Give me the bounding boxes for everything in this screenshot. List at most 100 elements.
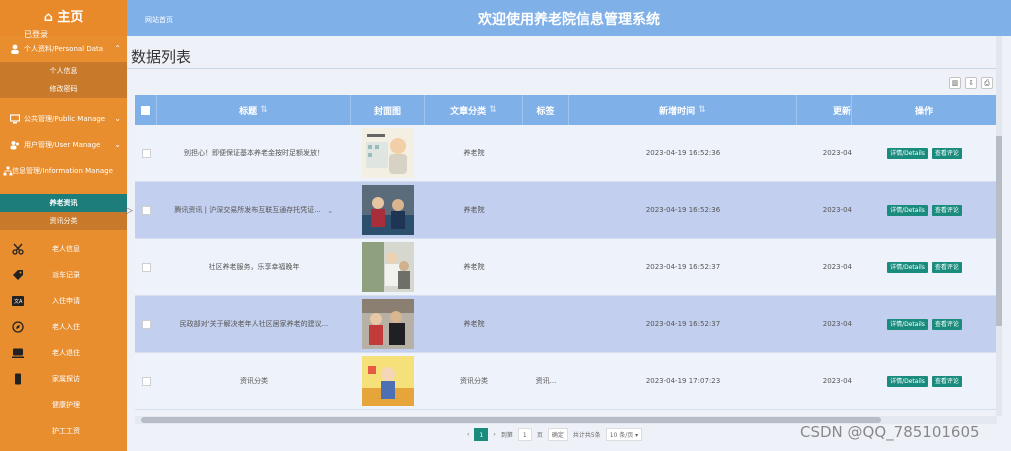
- cell-category: 养老院: [463, 149, 485, 157]
- export-icon[interactable]: ⇩: [965, 77, 977, 89]
- menu-public-manage-label: 公共管理/Public Manage: [24, 115, 106, 123]
- cell-cover: [351, 125, 425, 181]
- sub-news-category[interactable]: 资讯分类: [0, 212, 127, 230]
- cell-title: 别担心！即便保证基本养老金按时足额发放！: [157, 125, 351, 181]
- cover-image: [362, 242, 414, 292]
- cell-time: 2023-04-19 16:52:36: [645, 149, 721, 157]
- row-checkbox[interactable]: [141, 205, 151, 215]
- cell-category: 养老院: [463, 320, 485, 328]
- menu-health-care-label: 健康护理: [52, 401, 80, 409]
- view-comments-button[interactable]: 查看评论: [931, 147, 962, 159]
- menu-elder-checkout[interactable]: 老人退住: [0, 340, 127, 366]
- table-toolbar: ▥ ⇩ ⎙: [949, 77, 993, 89]
- sub-personal-info[interactable]: 个人信息: [0, 62, 127, 80]
- page-number[interactable]: 1: [474, 428, 489, 441]
- scrollbar-thumb[interactable]: [996, 136, 1002, 326]
- details-button[interactable]: 详情/Details: [887, 147, 928, 159]
- chevron-down-icon[interactable]: ⌄: [327, 206, 334, 215]
- prev-page-icon[interactable]: ‹: [467, 431, 469, 438]
- home-link[interactable]: ⌂ 主页: [0, 0, 127, 36]
- col-time-label: 新增时间: [659, 106, 696, 117]
- page-input[interactable]: 1: [517, 428, 532, 441]
- page-size-select[interactable]: 10 条/页 ▾: [605, 428, 643, 441]
- menu-elder-checkout-label: 老人退住: [52, 349, 80, 357]
- cell-tag: [523, 296, 569, 352]
- cover-image: [362, 185, 414, 235]
- mobile-icon: [15, 373, 21, 385]
- confirm-button[interactable]: 确定: [547, 428, 568, 441]
- cell-tag: [523, 125, 569, 181]
- user-icon: [11, 44, 19, 54]
- menu-dispatch-record[interactable]: 派车记录: [0, 262, 127, 288]
- details-button[interactable]: 详情/Details: [887, 261, 928, 273]
- select-all-checkbox[interactable]: [141, 105, 150, 115]
- row-checkbox[interactable]: [141, 148, 151, 158]
- goto-label: 到第: [500, 432, 513, 439]
- menu-family-visit-label: 家属探访: [52, 375, 80, 383]
- col-updated: 更新: [797, 95, 852, 125]
- col-title[interactable]: 标题 ⇅: [157, 95, 351, 125]
- sub-elderly-news[interactable]: 养老资讯: [0, 194, 127, 212]
- menu-elder-checkin[interactable]: 老人入住: [0, 314, 127, 340]
- menu-checkin-apply[interactable]: 文A 入住申请: [0, 288, 127, 314]
- menu-nurse-salary[interactable]: 护工工资: [0, 418, 127, 444]
- cell-operations: 详情/Details 查看评论: [852, 296, 997, 352]
- menu-health-care[interactable]: 健康护理: [0, 392, 127, 418]
- col-category[interactable]: 文章分类 ⇅: [425, 95, 523, 125]
- table-row: 资讯分类 资讯分类 资讯... 2023-04-19 17:07:23 2023…: [135, 353, 997, 410]
- menu-dispatch-record-label: 派车记录: [52, 271, 80, 279]
- sub-change-password[interactable]: 修改密码: [0, 80, 127, 98]
- users-icon: [10, 141, 19, 150]
- chevron-down-icon: ⌄: [114, 140, 121, 149]
- scrollbar-thumb[interactable]: [141, 417, 881, 423]
- compass-icon: [12, 321, 24, 333]
- menu-public-manage[interactable]: 公共管理/Public Manage ⌄: [0, 106, 127, 132]
- details-button[interactable]: 详情/Details: [887, 375, 928, 387]
- row-checkbox[interactable]: [141, 319, 151, 329]
- menu-user-manage[interactable]: 用户管理/User Manage ⌄: [0, 132, 127, 158]
- cell-operations: 详情/Details 查看评论: [852, 239, 997, 295]
- vertical-scrollbar[interactable]: [996, 36, 1002, 416]
- menu-checkin-apply-label: 入住申请: [52, 297, 80, 305]
- row-checkbox[interactable]: [141, 262, 151, 272]
- pagination: ‹ 1 › 到第 1 页 确定 共计共5条 10 条/页 ▾: [467, 428, 643, 441]
- print-icon[interactable]: ⎙: [981, 77, 993, 89]
- cursor-icon: ▷: [126, 206, 133, 216]
- view-comments-button[interactable]: 查看评论: [931, 261, 962, 273]
- system-title: 欢迎使用养老院信息管理系统: [478, 12, 660, 28]
- menu-personal-data[interactable]: 个人资料/Personal Data ⌃: [0, 36, 127, 62]
- cell-tag: [523, 239, 569, 295]
- cell-title-text: 别担心！即便保证基本养老金按时足额发放！: [184, 149, 324, 157]
- details-button[interactable]: 详情/Details: [887, 204, 928, 216]
- divider: [127, 68, 1001, 69]
- menu-family-visit[interactable]: 家属探访: [0, 366, 127, 392]
- view-comments-button[interactable]: 查看评论: [931, 318, 962, 330]
- cell-category: 养老院: [463, 263, 485, 271]
- cell-updated: 2023-04: [822, 206, 852, 214]
- menu-elder-info[interactable]: 老人信息: [0, 236, 127, 262]
- cover-image: [362, 356, 414, 406]
- cell-title: 腾讯资讯 | 沪深交易所发布互联互通存托凭证... ⌄: [157, 182, 351, 238]
- sidebar: ⌂ 主页 已登录 个人资料/Personal Data ⌃ 个人信息 修改密码 …: [0, 0, 127, 451]
- col-category-label: 文章分类: [450, 106, 487, 117]
- view-comments-button[interactable]: 查看评论: [931, 204, 962, 216]
- language-icon: 文A: [12, 296, 24, 306]
- view-comments-button[interactable]: 查看评论: [931, 375, 962, 387]
- columns-icon[interactable]: ▥: [949, 77, 961, 89]
- details-button[interactable]: 详情/Details: [887, 318, 928, 330]
- table-header: 标题 ⇅ 封面图 文章分类 ⇅ 标签 新增时间 ⇅ 更新 操作: [135, 95, 997, 125]
- cell-tag: [523, 182, 569, 238]
- cell-title-text: 民政部对'关于解决老年人社区居家养老的建议...: [179, 320, 329, 328]
- svg-text:文A: 文A: [14, 298, 23, 305]
- next-page-icon[interactable]: ›: [493, 431, 495, 438]
- select-all-cell: [135, 95, 157, 125]
- cell-updated: 2023-04: [822, 377, 852, 385]
- col-cover: 封面图: [351, 95, 425, 125]
- menu-personal-data-label: 个人资料/Personal Data: [24, 45, 104, 53]
- cell-title: 资讯分类: [157, 353, 351, 409]
- row-checkbox[interactable]: [141, 376, 151, 386]
- cell-operations: 详情/Details 查看评论: [852, 353, 997, 409]
- menu-information-manage[interactable]: 信息管理/Information Manage: [0, 158, 127, 184]
- cell-time: 2023-04-19 17:07:23: [645, 377, 721, 385]
- col-time[interactable]: 新增时间 ⇅: [569, 95, 797, 125]
